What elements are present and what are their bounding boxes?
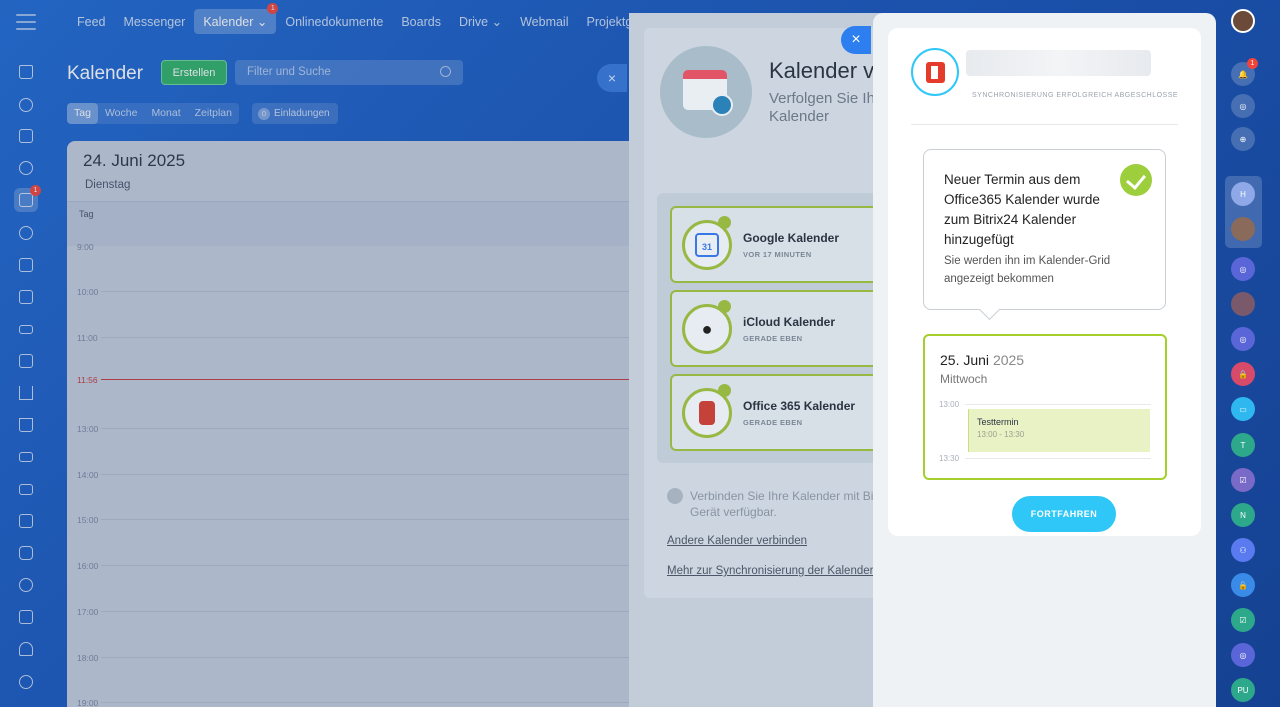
avatar[interactable] xyxy=(1231,217,1255,241)
search-chat-icon[interactable]: ⊕ xyxy=(1231,127,1255,151)
check-icon xyxy=(718,384,731,397)
event-day: 25. Juni xyxy=(940,352,990,368)
office365-icon xyxy=(926,62,945,83)
event-date: 25. Juni 2025 xyxy=(940,352,1024,368)
event-weekday: Mittwoch xyxy=(940,372,988,386)
avatar[interactable]: H xyxy=(1231,182,1255,206)
time-line xyxy=(965,404,1151,405)
lock-icon[interactable]: 🔒 xyxy=(1231,573,1255,597)
calendar-sync-logo xyxy=(660,46,752,138)
copilot-icon[interactable]: ◎ xyxy=(1231,94,1255,118)
sync-more-link[interactable]: Mehr zur Synchronisierung der Kalender xyxy=(667,565,873,577)
avatar[interactable]: PU xyxy=(1231,678,1255,702)
info-bubble: Neuer Termin aus dem Office365 Kalender … xyxy=(923,149,1166,310)
sync-panel-title: Kalender v xyxy=(769,58,875,83)
close-icon: × xyxy=(597,64,627,92)
event-preview: 25. Juni 2025 Mittwoch 13:00 13:30 Testt… xyxy=(923,334,1167,480)
subtitle-line: Verfolgen Sie Ih xyxy=(769,90,875,107)
apple-icon: ● xyxy=(701,319,713,339)
provider-sync-time: VOR 17 MINUTEN xyxy=(743,250,812,259)
user-avatar[interactable] xyxy=(1231,9,1255,33)
check-icon xyxy=(718,216,731,229)
sync-status: SYNCHRONISIERUNG ERFOLGREICH ABGESCHLOSS… xyxy=(972,92,1179,99)
avatar[interactable]: N xyxy=(1231,503,1255,527)
right-sidebar: 🔔 1 ◎ ⊕ H ◎ ◎ 🔒 ▭ T ☑ N ⚇ 🔒 ☑ ◎ PU xyxy=(1216,0,1280,707)
bubble-title: Neuer Termin aus dem Office365 Kalender … xyxy=(944,172,1100,247)
lock-icon[interactable]: 🔒 xyxy=(1231,362,1255,386)
divider xyxy=(911,124,1178,125)
avatar[interactable] xyxy=(1231,292,1255,316)
bubble-description: Sie werden ihn im Kalender-Grid angezeig… xyxy=(944,255,1111,285)
office365-badge xyxy=(911,48,959,96)
event-block: Testtermin 13:00 - 13:30 xyxy=(968,409,1150,452)
subtitle-line: Kalender xyxy=(769,108,830,125)
bell-icon[interactable]: 🔔 1 xyxy=(1231,58,1258,86)
success-card: SYNCHRONISIERUNG ERFOLGREICH ABGESCHLOSS… xyxy=(888,28,1201,536)
success-panel: SYNCHRONISIERUNG ERFOLGREICH ABGESCHLOSS… xyxy=(873,13,1216,707)
checkbox-icon[interactable]: ☑ xyxy=(1231,468,1255,492)
check-icon xyxy=(718,300,731,313)
continue-button[interactable]: FORTFAHREN xyxy=(1012,496,1116,532)
provider-name: Office 365 Kalender xyxy=(743,399,856,413)
sync-panel-subtitle: Verfolgen Sie Ih Kalender xyxy=(769,90,875,126)
avatar[interactable]: T xyxy=(1231,433,1255,457)
group-icon[interactable]: ◎ xyxy=(1231,257,1255,281)
provider-sync-time: GERADE EBEN xyxy=(743,334,803,343)
event-year: 2025 xyxy=(992,352,1025,368)
group-icon[interactable]: ◎ xyxy=(1231,643,1255,667)
time-label: 13:30 xyxy=(939,454,960,463)
sync-icon xyxy=(711,94,733,116)
time-line xyxy=(965,458,1151,459)
provider-name: Google Kalender xyxy=(743,231,840,245)
group-icon[interactable]: ⚇ xyxy=(1231,538,1255,562)
event-time: 13:00 - 13:30 xyxy=(977,430,1025,439)
chat-icon[interactable]: ▭ xyxy=(1231,397,1255,421)
group-icon[interactable]: ◎ xyxy=(1231,327,1255,351)
notification-badge: 1 xyxy=(1247,58,1258,69)
checkbox-icon[interactable]: ☑ xyxy=(1231,608,1255,632)
google-calendar-icon: 31 xyxy=(695,233,719,257)
account-name-blurred xyxy=(966,50,1151,76)
close-button[interactable]: × xyxy=(841,26,871,54)
provider-sync-time: GERADE EBEN xyxy=(743,418,803,427)
event-name: Testtermin xyxy=(977,417,1019,427)
provider-name: iCloud Kalender xyxy=(743,315,836,329)
success-check-icon xyxy=(1120,164,1152,196)
check-circle-icon xyxy=(667,488,683,504)
time-label: 13:00 xyxy=(939,400,960,409)
connect-other-link[interactable]: Andere Kalender verbinden xyxy=(667,535,807,547)
office365-icon xyxy=(699,401,715,425)
